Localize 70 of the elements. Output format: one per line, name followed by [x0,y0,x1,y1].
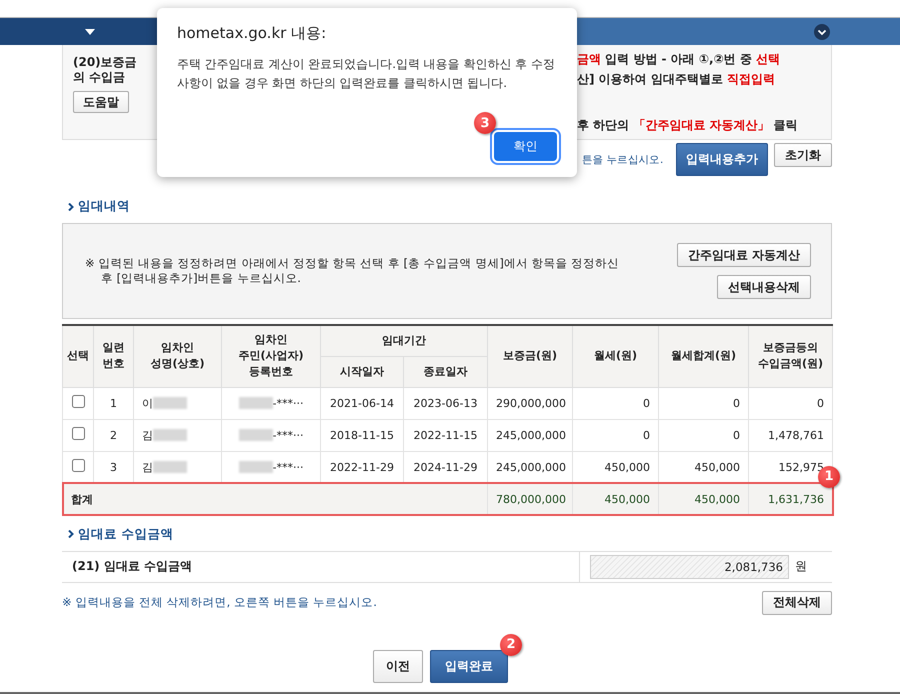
redacted-block [238,461,273,474]
table-cell: 2018-11-15 [320,419,404,451]
column-header: 일련 번호 [94,325,134,387]
table-cell: 1 [94,387,134,419]
table-cell: -***··· [272,428,304,442]
row-checkbox[interactable] [72,395,84,408]
column-header: 임차인 성명(상호) [134,325,222,387]
dialog-message: 주택 간주임대료 계산이 완료되었습니다.입력 내용을 확인하신 후 수정 사항이 없을 경우 화면 하단의 입력완료를 클릭하시면 됩니다. [177,56,556,92]
submit-button[interactable]: 입력완료 [430,650,508,682]
chevron-right-icon [68,202,74,210]
caret-icon[interactable] [85,28,95,34]
auto-calc-button[interactable]: 간주임대료 자동계산 [676,243,811,267]
column-header: 월세(원) [572,325,658,387]
confirm-button[interactable]: 확인 [494,132,557,161]
row-checkbox[interactable] [72,427,84,440]
reset-button[interactable]: 초기화 [774,143,832,167]
table-cell: 245,000,000 [488,419,572,451]
info-text: (20)보증금 [73,55,138,70]
note-text: ※ 입력된 내용을 정정하려면 아래에서 정정할 항목 선택 후 [총 수입금액 명세]에서 항목을 정정하신 후 [입력내용추가]버튼을 누르십시오. [85,256,620,286]
table-cell: -***··· [272,396,304,410]
field-label: (21) 임대료 수입금액 [71,558,194,575]
table-cell: 김 [142,460,153,474]
column-header: 월세합계(원) [658,325,748,387]
income-field: 2,081,736 [590,554,789,578]
column-header: 선택 [62,325,94,387]
instruction-text: 후 하단의 「간주임대료 자동계산」 클릭 [577,117,799,133]
step-marker: 3 [474,112,496,134]
table-cell: 0 [658,387,748,419]
step-marker: 2 [500,634,522,656]
table-cell: 0 [572,387,658,419]
help-button[interactable]: 도움말 [73,91,129,113]
table-cell: -***··· [272,460,304,474]
table-cell: 0 [658,419,748,451]
unit-label: 원 [795,558,807,575]
column-header: 종료일자 [404,356,488,387]
section-title: 임대내역 [78,198,130,215]
instruction-text: 산] 이용하여 임대주택별로 직접입력 [577,71,776,87]
row-checkbox[interactable] [72,459,84,472]
redacted-block [153,461,187,474]
section-title: 임대료 수입금액 [78,526,174,542]
table-cell: 이 [142,396,153,410]
redacted-block [238,397,273,410]
instruction-text: 금액 입력 방법 - 아래 ①,②번 중 선택 [577,51,782,67]
chevron-down-icon[interactable] [814,24,830,40]
table-cell: 2022-11-15 [404,419,488,451]
table-cell: 김 [142,428,153,442]
column-header: 임대기간 [320,325,488,356]
table-cell: 1,478,761 [748,419,832,451]
previous-button[interactable]: 이전 [373,650,423,682]
delete-selected-button[interactable]: 선택내용삭제 [717,275,811,299]
column-header: 보증금등의 수입금액(원) [748,325,832,387]
redacted-block [238,429,273,442]
table-cell: 290,000,000 [488,387,572,419]
add-entry-button[interactable]: 입력내용추가 [676,143,768,176]
note-text: ※ 입력내용을 전체 삭제하려면, 오른쪽 버튼을 누르십시오. [62,595,377,610]
table-cell: 2021-06-14 [320,387,404,419]
table-cell: 0 [572,419,658,451]
table-cell: 2023-06-13 [404,387,488,419]
dialog-title: hometax.go.kr 내용: [177,24,328,43]
redacted-block [153,397,187,410]
table-cell: 2 [94,419,134,451]
chevron-right-icon [68,530,74,538]
info-text: 의 수입금 [73,70,126,85]
hint-text: 튼을 누르십시오. [582,152,663,166]
column-header: 보증금(원) [488,325,572,387]
column-header: 임차인 주민(사업자) 등록번호 [222,325,320,387]
column-header: 시작일자 [320,356,404,387]
redacted-block [153,429,187,442]
delete-all-button[interactable]: 전체삭제 [762,590,832,614]
table-cell: 0 [748,387,832,419]
